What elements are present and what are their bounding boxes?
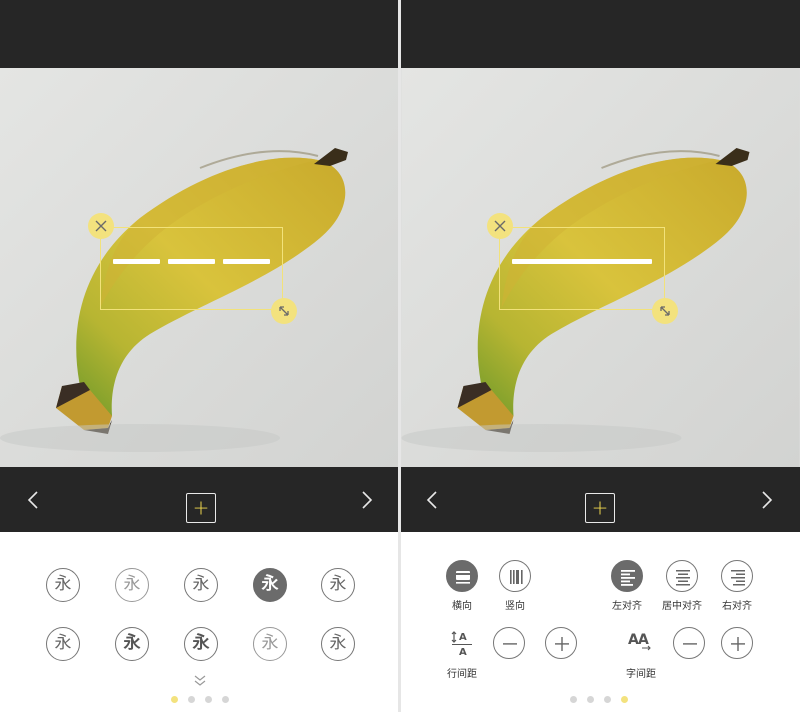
align-left-button[interactable] xyxy=(611,560,643,592)
font-style-option-selected[interactable]: 永 xyxy=(253,568,287,602)
resize-icon[interactable] xyxy=(652,298,678,324)
font-style-option[interactable]: 永 xyxy=(321,627,355,661)
plus-icon: + xyxy=(591,495,609,520)
svg-text:A: A xyxy=(459,632,467,643)
line-spacing-label: 行间距 xyxy=(447,669,477,680)
text-placeholder-line xyxy=(512,259,652,264)
vertical-text-button[interactable] xyxy=(499,560,531,592)
chevron-left-icon[interactable] xyxy=(423,489,443,511)
add-text-button[interactable]: + xyxy=(186,493,216,523)
page-dot xyxy=(222,696,229,703)
close-icon[interactable] xyxy=(487,213,513,239)
page-dot-active xyxy=(621,696,628,703)
font-style-option[interactable]: 永 xyxy=(115,568,149,602)
font-style-option[interactable]: 永 xyxy=(46,627,80,661)
text-layout-options xyxy=(401,532,800,712)
font-style-option[interactable]: 永 xyxy=(253,627,287,661)
left-editor-panel: + 永 永 永 永 永 永 永 永 永 永 xyxy=(0,0,398,712)
align-center-button[interactable] xyxy=(666,560,698,592)
horizontal-text-button[interactable] xyxy=(446,560,478,592)
close-icon[interactable] xyxy=(88,213,114,239)
double-chevron-down-icon[interactable] xyxy=(191,673,209,687)
page-dot-active xyxy=(171,696,178,703)
text-placeholder-dash xyxy=(113,259,160,264)
line-spacing-icon: AA xyxy=(450,628,474,658)
chevron-right-icon[interactable] xyxy=(756,489,776,511)
font-style-option[interactable]: 永 xyxy=(46,568,80,602)
letter-spacing-icon: AA xyxy=(628,630,654,654)
chevron-right-icon[interactable] xyxy=(356,489,376,511)
letter-spacing-decrease-button[interactable] xyxy=(673,627,705,659)
page-dot xyxy=(587,696,594,703)
page-dot xyxy=(604,696,611,703)
align-right-label: 右对齐 xyxy=(722,601,752,612)
line-spacing-increase-button[interactable] xyxy=(545,627,577,659)
page-indicator xyxy=(570,696,630,704)
font-style-option[interactable]: 永 xyxy=(115,627,149,661)
text-box-frame[interactable] xyxy=(100,227,283,310)
align-right-button[interactable] xyxy=(721,560,753,592)
letter-spacing-label: 字间距 xyxy=(626,669,656,680)
font-style-option[interactable]: 永 xyxy=(184,568,218,602)
page-dot xyxy=(188,696,195,703)
plus-icon: + xyxy=(192,495,210,520)
text-placeholder-dash xyxy=(168,259,215,264)
resize-icon[interactable] xyxy=(271,298,297,324)
line-spacing-decrease-button[interactable] xyxy=(493,627,525,659)
top-bar xyxy=(401,0,800,68)
vertical-label: 竖向 xyxy=(505,601,525,612)
chevron-left-icon[interactable] xyxy=(24,489,44,511)
text-placeholder-dash xyxy=(223,259,270,264)
add-text-button[interactable]: + xyxy=(585,493,615,523)
page-dot xyxy=(205,696,212,703)
right-editor-panel: + 横向 竖向 左对齐 居中对齐 右对齐 AA 行间距 AA 字间距 xyxy=(401,0,800,712)
page-dot xyxy=(570,696,577,703)
font-style-option[interactable]: 永 xyxy=(321,568,355,602)
svg-text:A: A xyxy=(638,632,649,648)
page-indicator xyxy=(171,696,231,704)
letter-spacing-increase-button[interactable] xyxy=(721,627,753,659)
font-style-option[interactable]: 永 xyxy=(184,627,218,661)
text-box-frame[interactable] xyxy=(499,227,665,310)
top-bar xyxy=(0,0,398,68)
svg-text:A: A xyxy=(459,647,467,656)
